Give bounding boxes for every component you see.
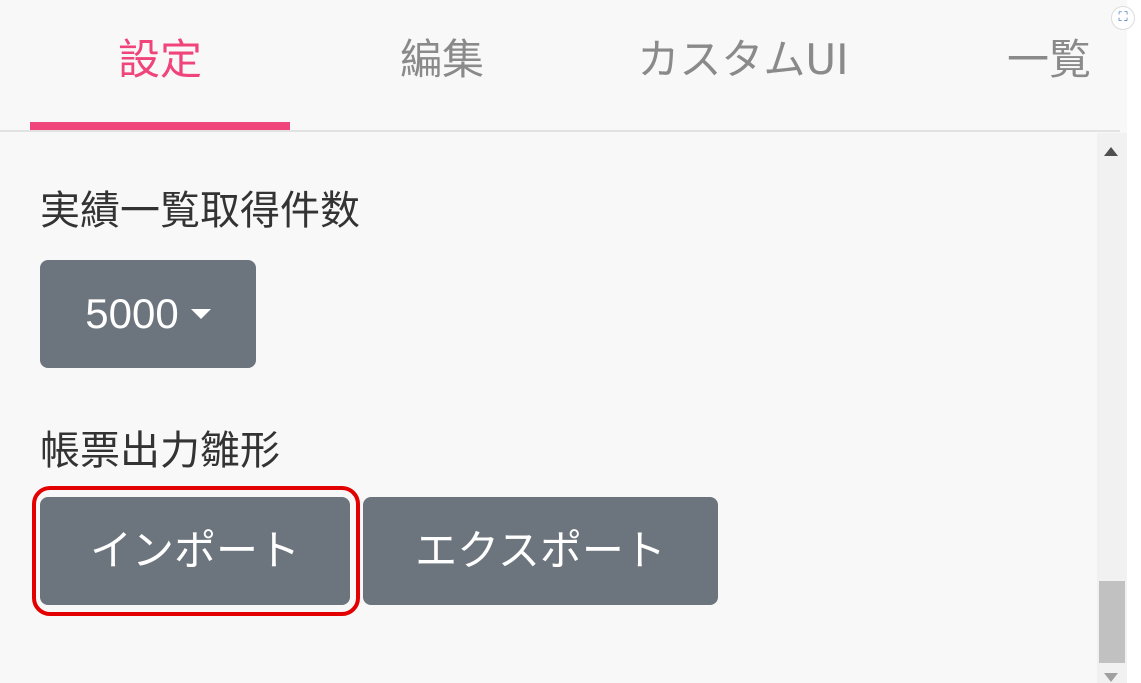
- tab-settings[interactable]: 設定: [30, 0, 290, 130]
- import-button[interactable]: インポート: [40, 497, 350, 605]
- scroll-thumb[interactable]: [1099, 581, 1125, 663]
- vertical-scrollbar[interactable]: [1097, 133, 1127, 683]
- tab-edit[interactable]: 編集: [362, 0, 522, 130]
- window-edge: [1127, 0, 1141, 683]
- scroll-up-arrow-icon[interactable]: [1097, 147, 1127, 161]
- report-template-label: 帳票出力雛形: [40, 428, 280, 474]
- scroll-down-arrow-icon[interactable]: [1097, 671, 1127, 683]
- settings-panel: 設定 編集 カスタムUI 一覧 ⛶ 実績一覧取得件数 5000 帳票出力雛形 イ…: [0, 0, 1141, 683]
- record-count-dropdown[interactable]: 5000: [40, 260, 256, 368]
- tab-list[interactable]: 一覧: [1007, 0, 1107, 130]
- expand-icon[interactable]: ⛶: [1111, 6, 1135, 30]
- record-count-label: 実績一覧取得件数: [40, 188, 360, 234]
- active-tab-indicator: [30, 122, 290, 130]
- tab-custom-ui[interactable]: カスタムUI: [612, 0, 874, 130]
- caret-down-icon: [190, 308, 211, 319]
- export-button[interactable]: エクスポート: [363, 497, 718, 605]
- record-count-value: 5000: [85, 290, 179, 337]
- tab-bar: 設定 編集 カスタムUI 一覧: [0, 0, 1120, 132]
